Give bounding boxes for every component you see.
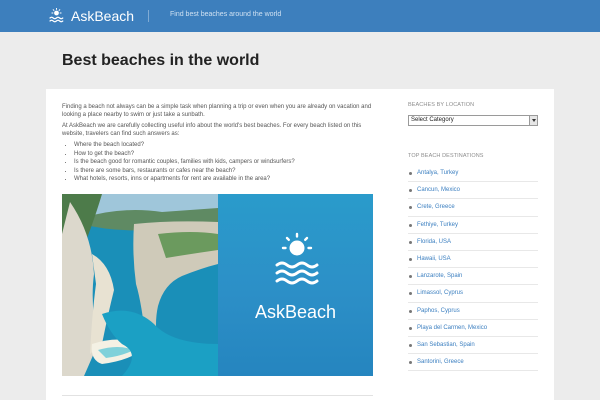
destination-link[interactable]: Paphos, Cyprus: [417, 308, 460, 314]
list-item: Fethiye, Turkey: [408, 217, 538, 234]
article-body: Finding a beach not always can be a simp…: [62, 103, 374, 184]
category-select[interactable]: Select Category: [408, 115, 538, 126]
list-item: Where the beach located?: [74, 141, 374, 150]
logo-text: AskBeach: [71, 8, 135, 24]
destination-link[interactable]: Playa del Carmen, Mexico: [417, 325, 487, 331]
list-item: Antalya, Turkey: [408, 165, 538, 183]
list-item: Paphos, Cyprus: [408, 303, 538, 320]
content-divider: [62, 395, 373, 396]
hero-brand-text: AskBeach: [254, 302, 337, 322]
beach-photo: [62, 194, 218, 376]
intro-paragraph: Finding a beach not always can be a simp…: [62, 104, 372, 118]
list-item: Is there are some bars, restaurants or c…: [74, 167, 374, 176]
main-content-panel: Finding a beach not always can be a simp…: [46, 89, 554, 400]
destination-link[interactable]: Hawaii, USA: [417, 256, 451, 262]
destination-link[interactable]: Cancun, Mexico: [417, 187, 460, 193]
sun-over-waves-icon: [275, 232, 319, 285]
questions-list: Where the beach located? How to get the …: [74, 141, 374, 184]
category-select-value: Select Category: [411, 117, 454, 123]
list-item: Crete, Greece: [408, 199, 538, 217]
hero-image: AskBeach: [62, 194, 373, 376]
list-item: Santorini, Greece: [408, 354, 538, 372]
destination-link[interactable]: Limassol, Cyprus: [417, 290, 463, 296]
site-tagline: Find best beaches around the world: [170, 11, 282, 18]
list-item: Playa del Carmen, Mexico: [408, 320, 538, 337]
hero-brand-panel: AskBeach: [218, 194, 373, 376]
list-item: Cancun, Mexico: [408, 182, 538, 200]
site-header: AskBeach Find best beaches around the wo…: [0, 0, 600, 32]
destination-link[interactable]: San Sebastian, Spain: [417, 342, 475, 348]
destination-link[interactable]: Santorini, Greece: [417, 359, 464, 365]
chevron-down-icon[interactable]: [529, 116, 537, 125]
header-divider: [148, 10, 149, 22]
site-logo[interactable]: AskBeach: [48, 7, 134, 25]
list-item: Florida, USA: [408, 234, 538, 251]
sidebar: BEACHES BY LOCATION Select Category TOP …: [408, 101, 538, 372]
destination-link[interactable]: Lanzarote, Spain: [417, 273, 462, 279]
sun-waves-icon: [49, 8, 64, 23]
list-item: Limassol, Cyprus: [408, 285, 538, 303]
destinations-widget-title: TOP BEACH DESTINATIONS: [408, 153, 484, 159]
lead-paragraph: At AskBeach we are carefully collecting …: [62, 123, 362, 137]
destination-link[interactable]: Antalya, Turkey: [417, 170, 458, 176]
list-item: Hawaii, USA: [408, 251, 538, 269]
destinations-list: Antalya, Turkey Cancun, Mexico Crete, Gr…: [408, 165, 538, 372]
list-item: How to get the beach?: [74, 150, 374, 159]
list-item: San Sebastian, Spain: [408, 337, 538, 355]
list-item: Is the beach good for romantic couples, …: [74, 158, 374, 167]
destination-link[interactable]: Fethiye, Turkey: [417, 222, 458, 228]
list-item: What hotels, resorts, inns or apartments…: [74, 175, 374, 184]
location-widget-title: BEACHES BY LOCATION: [408, 102, 475, 108]
list-item: Lanzarote, Spain: [408, 268, 538, 286]
page-title: Best beaches in the world: [62, 52, 260, 69]
destination-link[interactable]: Florida, USA: [417, 239, 451, 245]
destination-link[interactable]: Crete, Greece: [417, 204, 455, 210]
